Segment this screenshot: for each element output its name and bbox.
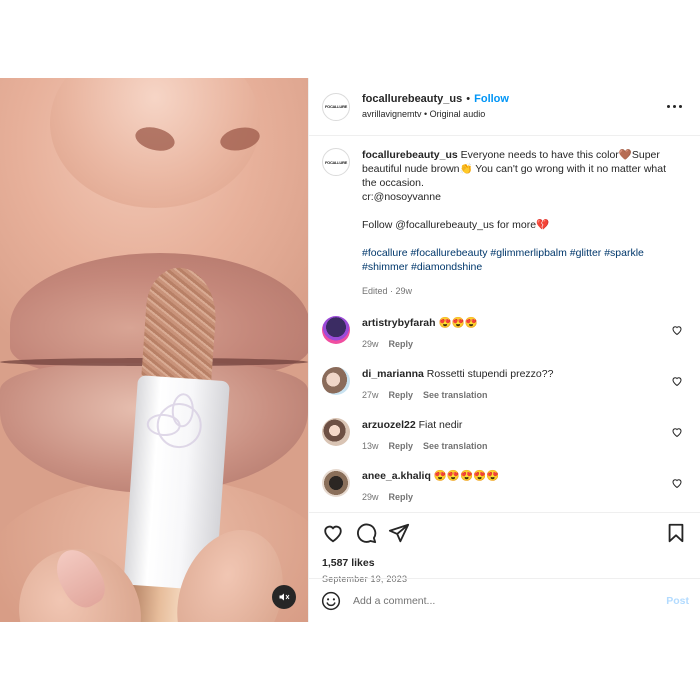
reply-button[interactable]: Reply (389, 492, 414, 502)
caption-username[interactable]: focallurebeauty_us (362, 149, 458, 161)
separator-dot: • (466, 92, 471, 105)
reply-button[interactable]: Reply (389, 390, 414, 400)
comment-age: 29w (362, 339, 379, 349)
heart-icon[interactable] (322, 522, 344, 544)
mute-button[interactable] (272, 585, 296, 609)
caption-follow-line: Follow @focallurebeauty_us for more💔 (362, 219, 550, 231)
emoji-icon[interactable] (321, 591, 341, 611)
brand-logo: FOCALLURE (325, 159, 347, 165)
comment-text: Rossetti stupendi prezzo?? (426, 368, 554, 380)
commenter-username[interactable]: arzuozel22 (362, 419, 416, 431)
comment-item: artistrybyfarah 😍😍😍 29w Reply (322, 316, 687, 351)
comment-age: 29w (362, 492, 379, 502)
comment-like-icon[interactable] (671, 324, 683, 336)
commenter-username[interactable]: artistrybyfarah (362, 317, 436, 329)
caption-meta: Edited · 29w (362, 286, 413, 296)
comment-age: 27w (362, 390, 379, 400)
bookmark-icon[interactable] (665, 522, 687, 544)
brand-logo: FOCALLURE (325, 104, 347, 109)
author-info: focallurebeauty_us • Follow avrillavignemt… (362, 92, 662, 122)
comment-item: di_marianna Rossetti stupendi prezzo?? 2… (322, 367, 687, 402)
comment-text: 😍😍😍 (438, 317, 478, 329)
nose-graphic (50, 78, 262, 208)
comment-item: arzuozel22 Fiat nedir 13w Reply See transl… (322, 418, 687, 453)
reply-button[interactable]: Reply (389, 339, 414, 349)
post-comment-button[interactable]: Post (666, 595, 689, 607)
commenter-avatar[interactable] (322, 418, 350, 446)
post-header: FOCALLURE focallurebeauty_us • Follow avri… (309, 78, 700, 136)
author-username[interactable]: focallurebeauty_us (362, 93, 462, 105)
comment-text: 😍😍😍😍😍 (433, 470, 500, 482)
comments-section[interactable]: FOCALLURE focallurebeauty_us Everyone ne… (309, 136, 700, 512)
comment-input[interactable] (353, 594, 667, 607)
flower-logo-graphic (155, 401, 204, 450)
comment-text: Fiat nedir (418, 419, 463, 431)
commenter-avatar[interactable] (322, 316, 350, 344)
likes-count[interactable]: 1,587 likes (322, 557, 687, 569)
post-caption: FOCALLURE focallurebeauty_us Everyone ne… (322, 148, 687, 298)
add-comment-bar: Post (309, 578, 700, 622)
commenter-username[interactable]: di_marianna (362, 368, 424, 380)
commenter-username[interactable]: anee_a.khaliq (362, 470, 431, 482)
see-translation-button[interactable]: See translation (423, 390, 488, 400)
share-icon[interactable] (388, 522, 410, 544)
comment-like-icon[interactable] (671, 477, 683, 489)
more-options-icon[interactable] (662, 95, 686, 119)
nostril-left (132, 123, 178, 155)
comment-item: anee_a.khaliq 😍😍😍😍😍 29w Reply (322, 469, 687, 504)
comment-age: 13w (362, 441, 379, 451)
mute-icon (279, 593, 290, 601)
author-avatar[interactable]: FOCALLURE (322, 92, 350, 121)
post-media-video[interactable] (0, 78, 308, 622)
follow-button[interactable]: Follow (474, 93, 509, 105)
post-side-panel: FOCALLURE focallurebeauty_us • Follow avri… (308, 78, 700, 622)
reply-button[interactable]: Reply (389, 441, 414, 451)
commenter-avatar[interactable] (322, 469, 350, 497)
comment-like-icon[interactable] (671, 426, 683, 438)
caption-credit[interactable]: cr:@nosoyvanne (362, 191, 441, 203)
comment-icon[interactable] (355, 522, 377, 544)
instagram-post: FOCALLURE focallurebeauty_us • Follow avri… (0, 78, 700, 622)
see-translation-button[interactable]: See translation (423, 441, 488, 451)
commenter-avatar[interactable] (322, 367, 350, 395)
caption-hashtags[interactable]: #focallure #focallurebeauty #glimmerlipb… (362, 246, 682, 274)
nostril-right (218, 124, 262, 154)
caption-avatar[interactable]: FOCALLURE (322, 148, 350, 176)
audio-link[interactable]: avrillavignemtv • Original audio (362, 107, 662, 122)
comment-like-icon[interactable] (671, 375, 683, 387)
